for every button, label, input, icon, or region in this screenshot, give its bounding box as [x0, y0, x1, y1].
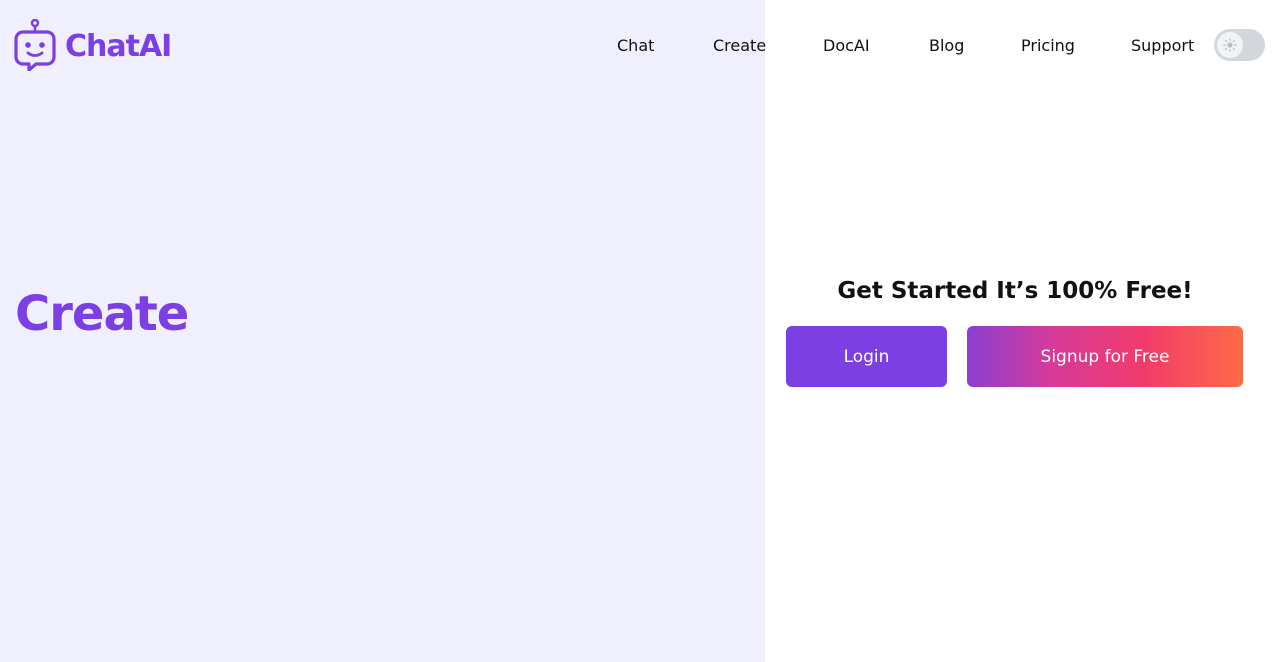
sun-icon [1223, 38, 1237, 52]
nav-link-chat[interactable]: Chat [617, 36, 654, 55]
signup-button[interactable]: Signup for Free [967, 326, 1243, 387]
cta-heading: Get Started It’s 100% Free! [837, 278, 1193, 304]
login-button[interactable]: Login [786, 326, 947, 387]
nav-link-support[interactable]: Support [1131, 36, 1194, 55]
theme-toggle[interactable] [1214, 29, 1265, 61]
main-nav: Chat Create DocAI Blog Pricing Support [0, 0, 1280, 92]
nav-link-blog[interactable]: Blog [929, 36, 964, 55]
hero-title: Create [15, 286, 189, 342]
toggle-knob [1217, 32, 1243, 58]
nav-link-pricing[interactable]: Pricing [1021, 36, 1075, 55]
nav-link-create[interactable]: Create [713, 36, 766, 55]
nav-link-docai[interactable]: DocAI [823, 36, 870, 55]
